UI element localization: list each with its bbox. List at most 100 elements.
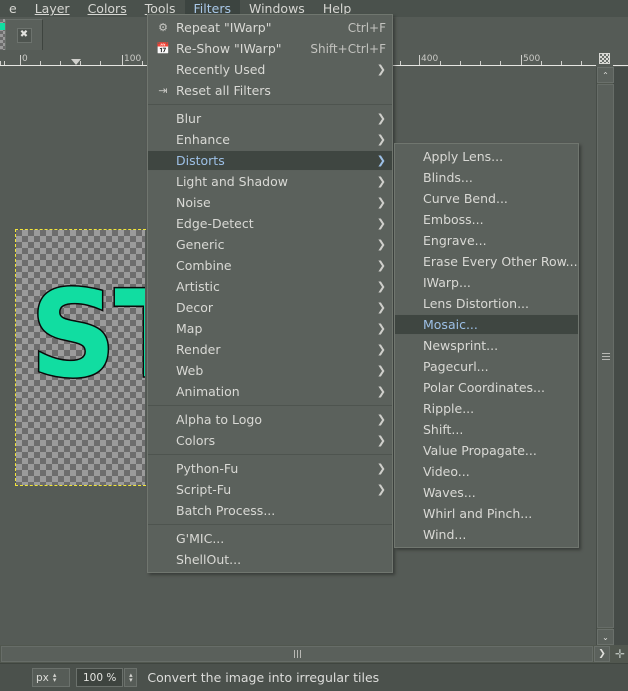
menu-item-polar-coordinates[interactable]: Polar Coordinates... [395,377,578,398]
menu-item-shift[interactable]: Shift... [395,419,578,440]
menubar-item-colors[interactable]: Colors [79,0,136,17]
menu-item-lens-distortion[interactable]: Lens Distortion... [395,293,578,314]
menu-item-label: Edge-Detect [176,216,254,231]
menu-item-label: Script-Fu [176,482,232,497]
menu-item-shellout[interactable]: ShellOut... [148,549,392,570]
ruler-tick [460,61,461,65]
menu-item-gmic[interactable]: G'MIC... [148,528,392,549]
menubar-item-layer[interactable]: Layer [26,0,79,17]
image-tab[interactable]: ✖ [5,19,43,50]
menubar-label: e [9,1,17,16]
ruler-tick [541,61,542,65]
menu-item-batch-process[interactable]: Batch Process... [148,500,392,521]
vertical-scrollbar[interactable]: ⌃ ⌄ [596,67,614,645]
menu-item-whirl-and-pinch[interactable]: Whirl and Pinch... [395,503,578,524]
close-icon[interactable]: ✖ [16,27,32,43]
menu-item-label: Emboss... [423,212,484,227]
distorts-submenu[interactable]: Apply Lens... Blinds... Curve Bend... Em… [394,143,579,548]
menu-item-python-fu[interactable]: Python-Fu ❯ [148,458,392,479]
menu-item-engrave[interactable]: Engrave... [395,230,578,251]
menu-item-emboss[interactable]: Emboss... [395,209,578,230]
spinner-icon[interactable]: ▴ ▾ [53,671,57,683]
navigation-icon[interactable]: ✛ [612,645,628,663]
menu-item-ripple[interactable]: Ripple... [395,398,578,419]
chevron-right-icon: ❯ [376,301,386,314]
scroll-down-icon[interactable]: ⌄ [597,629,614,645]
filters-dropdown-menu[interactable]: ⚙ Repeat "IWarp" Ctrl+F 📅 Re-Show "IWarp… [147,14,393,573]
menu-item-blur[interactable]: Blur ❯ [148,108,392,129]
navigation-glyph: ✛ [614,647,626,661]
spinner-icon: ▴ ▾ [129,670,133,684]
menu-item-enhance[interactable]: Enhance ❯ [148,129,392,150]
menu-item-animation[interactable]: Animation ❯ [148,381,392,402]
menu-item-wind[interactable]: Wind... [395,524,578,545]
chevron-right-icon: ❯ [376,238,386,251]
menu-item-value-propagate[interactable]: Value Propagate... [395,440,578,461]
zoom-level-input[interactable]: 100 % [76,668,124,687]
chevron-right-icon: ❯ [376,343,386,356]
ruler-tick [4,61,5,65]
menu-item-artistic[interactable]: Artistic ❯ [148,276,392,297]
menu-item-alpha-to-logo[interactable]: Alpha to Logo ❯ [148,409,392,430]
menubar-label: Colors [87,1,127,16]
menu-item-label: Ripple... [423,401,475,416]
zoom-stepper[interactable]: ▴ ▾ [124,668,138,687]
menu-item-pagecurl[interactable]: Pagecurl... [395,356,578,377]
menu-item-label: Whirl and Pinch... [423,506,533,521]
menu-item-web[interactable]: Web ❯ [148,360,392,381]
menu-item-label: Python-Fu [176,461,239,476]
menu-item-curve-bend[interactable]: Curve Bend... [395,188,578,209]
menu-item-video[interactable]: Video... [395,461,578,482]
ruler-label: 500 [523,54,541,64]
menu-item-reshow-iwarp[interactable]: 📅 Re-Show "IWarp" Shift+Ctrl+F [148,38,392,59]
reset-filters-icon: ⇥ [158,84,168,97]
horizontal-scrollbar-thumb[interactable] [1,646,593,662]
ruler-position-marker [71,59,81,65]
menu-item-combine[interactable]: Combine ❯ [148,255,392,276]
menu-item-distorts[interactable]: Distorts ❯ [148,150,392,171]
menu-item-mosaic[interactable]: Mosaic... [395,314,578,335]
menu-item-label: Apply Lens... [423,149,504,164]
horizontal-scrollbar[interactable]: ❯ [0,645,612,663]
unit-selector[interactable]: px ▴ ▾ [32,668,70,687]
menu-item-render[interactable]: Render ❯ [148,339,392,360]
menu-item-label: Web [176,363,204,378]
menu-item-edge-detect[interactable]: Edge-Detect ❯ [148,213,392,234]
ruler-label: 400 [421,54,439,64]
vertical-scrollbar-thumb[interactable] [597,84,614,628]
menu-item-label: Decor [176,300,213,315]
menu-item-blinds[interactable]: Blinds... [395,167,578,188]
menu-item-decor[interactable]: Decor ❯ [148,297,392,318]
menu-item-label: Newsprint... [423,338,499,353]
menu-item-colors[interactable]: Colors ❯ [148,430,392,451]
menu-item-apply-lens[interactable]: Apply Lens... [395,146,578,167]
scroll-right-icon[interactable]: ❯ [594,646,610,662]
menu-item-waves[interactable]: Waves... [395,482,578,503]
scroll-down-glyph: ⌄ [602,632,609,642]
menu-item-label: Wind... [423,527,467,542]
transparent-layer-checkerboard [15,229,146,486]
menu-item-reset-all-filters[interactable]: ⇥ Reset all Filters [148,80,392,101]
status-bar: px ▴ ▾ 100 % ▴ ▾ Convert the image into ir… [0,663,628,691]
chevron-right-icon: ❯ [376,63,386,76]
menu-item-noise[interactable]: Noise ❯ [148,192,392,213]
menu-item-newsprint[interactable]: Newsprint... [395,335,578,356]
menu-item-label: G'MIC... [176,531,225,546]
ruler-tick [142,61,143,65]
menu-item-script-fu[interactable]: Script-Fu ❯ [148,479,392,500]
chevron-right-icon: ❯ [376,154,386,167]
menu-item-iwarp[interactable]: IWarp... [395,272,578,293]
unit-value: px [36,671,49,684]
chevron-right-icon: ❯ [376,196,386,209]
menu-item-map[interactable]: Map ❯ [148,318,392,339]
menu-item-recently-used[interactable]: Recently Used ❯ [148,59,392,80]
menu-item-erase-every-other-row[interactable]: Erase Every Other Row... [395,251,578,272]
grip-icon [601,352,610,360]
menu-item-generic[interactable]: Generic ❯ [148,234,392,255]
scroll-up-icon[interactable]: ⌃ [597,67,614,83]
menu-item-light-and-shadow[interactable]: Light and Shadow ❯ [148,171,392,192]
quick-mask-corner-button[interactable] [596,50,613,67]
menu-item-label: Engrave... [423,233,487,248]
menubar-item-file-truncated[interactable]: e [0,0,26,17]
menu-item-repeat-iwarp[interactable]: ⚙ Repeat "IWarp" Ctrl+F [148,17,392,38]
